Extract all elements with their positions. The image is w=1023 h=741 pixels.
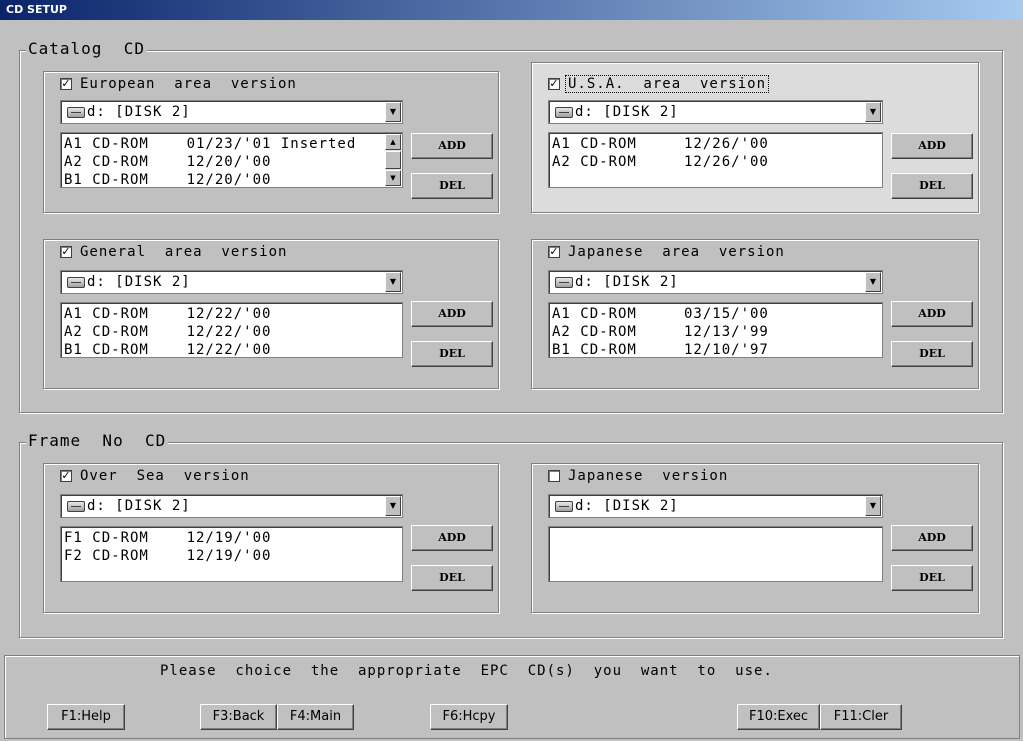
usa-drive-combo[interactable]: d: [DISK 2] ▼ bbox=[548, 100, 883, 124]
japanese-version-cd-list[interactable] bbox=[548, 526, 883, 582]
usa-area-checkbox-row[interactable]: ✓ U.S.A. area version bbox=[548, 75, 770, 93]
european-area-label: European area version bbox=[80, 76, 297, 92]
european-cd-list[interactable]: A1 CD-ROM 01/23/'01 Inserted A2 CD-ROM 1… bbox=[60, 132, 403, 188]
japanese-version-checkbox[interactable] bbox=[548, 470, 560, 482]
frame-no-cd-title: Frame No CD bbox=[26, 431, 169, 450]
general-drive-combo[interactable]: d: [DISK 2] ▼ bbox=[60, 270, 403, 294]
oversea-add-button[interactable]: ADD bbox=[411, 525, 493, 551]
cd-drive-icon bbox=[555, 500, 573, 512]
japanese-area-panel: ✓ Japanese area version d: [DISK 2] ▼ A1… bbox=[531, 239, 979, 389]
list-item[interactable]: A2 CD-ROM 12/13/'99 bbox=[552, 323, 882, 341]
japanese-version-drive-value: d: [DISK 2] bbox=[575, 498, 679, 514]
oversea-cd-list[interactable]: F1 CD-ROM 12/19/'00 F2 CD-ROM 12/19/'00 bbox=[60, 526, 403, 582]
oversea-checkbox-row[interactable]: ✓ Over Sea version bbox=[60, 468, 252, 484]
european-area-checkbox-row[interactable]: ✓ European area version bbox=[60, 76, 299, 92]
usa-area-panel: ✓ U.S.A. area version d: [DISK 2] ▼ A1 C… bbox=[531, 62, 979, 213]
usa-cd-list[interactable]: A1 CD-ROM 12/26/'00 A2 CD-ROM 12/26/'00 bbox=[548, 132, 883, 188]
oversea-del-button[interactable]: DEL bbox=[411, 565, 493, 591]
general-cd-list[interactable]: A1 CD-ROM 12/22/'00 A2 CD-ROM 12/22/'00 … bbox=[60, 302, 403, 358]
japanese-del-button[interactable]: DEL bbox=[891, 341, 973, 367]
usa-drive-value: d: [DISK 2] bbox=[575, 104, 679, 120]
usa-area-label: U.S.A. area version bbox=[564, 75, 770, 93]
usa-del-button[interactable]: DEL bbox=[891, 173, 973, 199]
general-add-button[interactable]: ADD bbox=[411, 301, 493, 327]
list-item[interactable]: A2 CD-ROM 12/26/'00 bbox=[552, 153, 882, 171]
japanese-drive-combo[interactable]: d: [DISK 2] ▼ bbox=[548, 270, 883, 294]
cd-drive-icon bbox=[67, 106, 85, 118]
japanese-area-label: Japanese area version bbox=[568, 244, 785, 260]
japanese-drive-value: d: [DISK 2] bbox=[575, 274, 679, 290]
japanese-version-panel: Japanese version d: [DISK 2] ▼ ADD DEL bbox=[531, 463, 979, 613]
list-item[interactable]: B1 CD-ROM 12/10/'97 bbox=[552, 341, 882, 357]
usa-area-checkbox[interactable]: ✓ bbox=[548, 78, 560, 90]
japanese-version-add-button[interactable]: ADD bbox=[891, 525, 973, 551]
japanese-area-checkbox-row[interactable]: ✓ Japanese area version bbox=[548, 244, 787, 260]
general-area-checkbox[interactable]: ✓ bbox=[60, 246, 72, 258]
japanese-add-button[interactable]: ADD bbox=[891, 301, 973, 327]
general-area-panel: ✓ General area version d: [DISK 2] ▼ A1 … bbox=[43, 239, 499, 389]
list-item[interactable]: A1 CD-ROM 12/26/'00 bbox=[552, 135, 882, 153]
japanese-version-checkbox-row[interactable]: Japanese version bbox=[548, 468, 730, 484]
japanese-version-label: Japanese version bbox=[568, 468, 729, 484]
european-area-panel: ✓ European area version d: [DISK 2] ▼ A1… bbox=[43, 71, 499, 213]
chevron-down-icon[interactable]: ▼ bbox=[385, 272, 401, 292]
scroll-thumb[interactable] bbox=[385, 151, 401, 169]
window-title: CD SETUP bbox=[0, 0, 1023, 20]
european-add-button[interactable]: ADD bbox=[411, 133, 493, 159]
general-del-button[interactable]: DEL bbox=[411, 341, 493, 367]
oversea-checkbox[interactable]: ✓ bbox=[60, 470, 72, 482]
list-item[interactable]: B1 CD-ROM 12/22/'00 bbox=[64, 341, 402, 357]
chevron-down-icon[interactable]: ▼ bbox=[865, 272, 881, 292]
cd-drive-icon bbox=[67, 276, 85, 288]
cd-drive-icon bbox=[555, 106, 573, 118]
oversea-drive-combo[interactable]: d: [DISK 2] ▼ bbox=[60, 494, 403, 518]
scroll-down-arrow-icon[interactable]: ▼ bbox=[385, 170, 401, 186]
cd-drive-icon bbox=[67, 500, 85, 512]
f6-hcpy-button[interactable]: F6:Hcpy bbox=[430, 704, 508, 730]
european-drive-value: d: [DISK 2] bbox=[87, 104, 191, 120]
f11-cler-button[interactable]: F11:Cler bbox=[820, 704, 902, 730]
oversea-label: Over Sea version bbox=[80, 468, 250, 484]
f10-exec-button[interactable]: F10:Exec bbox=[737, 704, 820, 730]
oversea-panel: ✓ Over Sea version d: [DISK 2] ▼ F1 CD-R… bbox=[43, 463, 499, 613]
oversea-drive-value: d: [DISK 2] bbox=[87, 498, 191, 514]
scroll-up-arrow-icon[interactable]: ▲ bbox=[385, 134, 401, 150]
chevron-down-icon[interactable]: ▼ bbox=[865, 496, 881, 516]
european-area-checkbox[interactable]: ✓ bbox=[60, 78, 72, 90]
list-item[interactable]: A1 CD-ROM 03/15/'00 bbox=[552, 305, 882, 323]
japanese-cd-list[interactable]: A1 CD-ROM 03/15/'00 A2 CD-ROM 12/13/'99 … bbox=[548, 302, 883, 358]
status-message: Please choice the appropriate EPC CD(s) … bbox=[160, 663, 773, 679]
list-item[interactable]: F1 CD-ROM 12/19/'00 bbox=[64, 529, 402, 547]
general-area-checkbox-row[interactable]: ✓ General area version bbox=[60, 244, 289, 260]
general-area-label: General area version bbox=[80, 244, 288, 260]
chevron-down-icon[interactable]: ▼ bbox=[865, 102, 881, 122]
cd-drive-icon bbox=[555, 276, 573, 288]
f3-back-button[interactable]: F3:Back bbox=[200, 704, 277, 730]
japanese-version-del-button[interactable]: DEL bbox=[891, 565, 973, 591]
f4-main-button[interactable]: F4:Main bbox=[277, 704, 354, 730]
f1-help-button[interactable]: F1:Help bbox=[47, 704, 125, 730]
list-item[interactable]: A1 CD-ROM 01/23/'01 Inserted bbox=[64, 135, 402, 153]
list-item[interactable]: A2 CD-ROM 12/22/'00 bbox=[64, 323, 402, 341]
european-del-button[interactable]: DEL bbox=[411, 173, 493, 199]
list-item[interactable]: B1 CD-ROM 12/20/'00 bbox=[64, 171, 402, 187]
usa-add-button[interactable]: ADD bbox=[891, 133, 973, 159]
catalog-cd-title: Catalog CD bbox=[26, 39, 147, 58]
list-item[interactable]: F2 CD-ROM 12/19/'00 bbox=[64, 547, 402, 565]
european-drive-combo[interactable]: d: [DISK 2] ▼ bbox=[60, 100, 403, 124]
list-item[interactable]: A1 CD-ROM 12/22/'00 bbox=[64, 305, 402, 323]
japanese-area-checkbox[interactable]: ✓ bbox=[548, 246, 560, 258]
chevron-down-icon[interactable]: ▼ bbox=[385, 496, 401, 516]
japanese-version-drive-combo[interactable]: d: [DISK 2] ▼ bbox=[548, 494, 883, 518]
general-drive-value: d: [DISK 2] bbox=[87, 274, 191, 290]
european-list-scrollbar[interactable]: ▲ ▼ bbox=[385, 134, 401, 186]
list-item[interactable]: A2 CD-ROM 12/20/'00 bbox=[64, 153, 402, 171]
chevron-down-icon[interactable]: ▼ bbox=[385, 102, 401, 122]
